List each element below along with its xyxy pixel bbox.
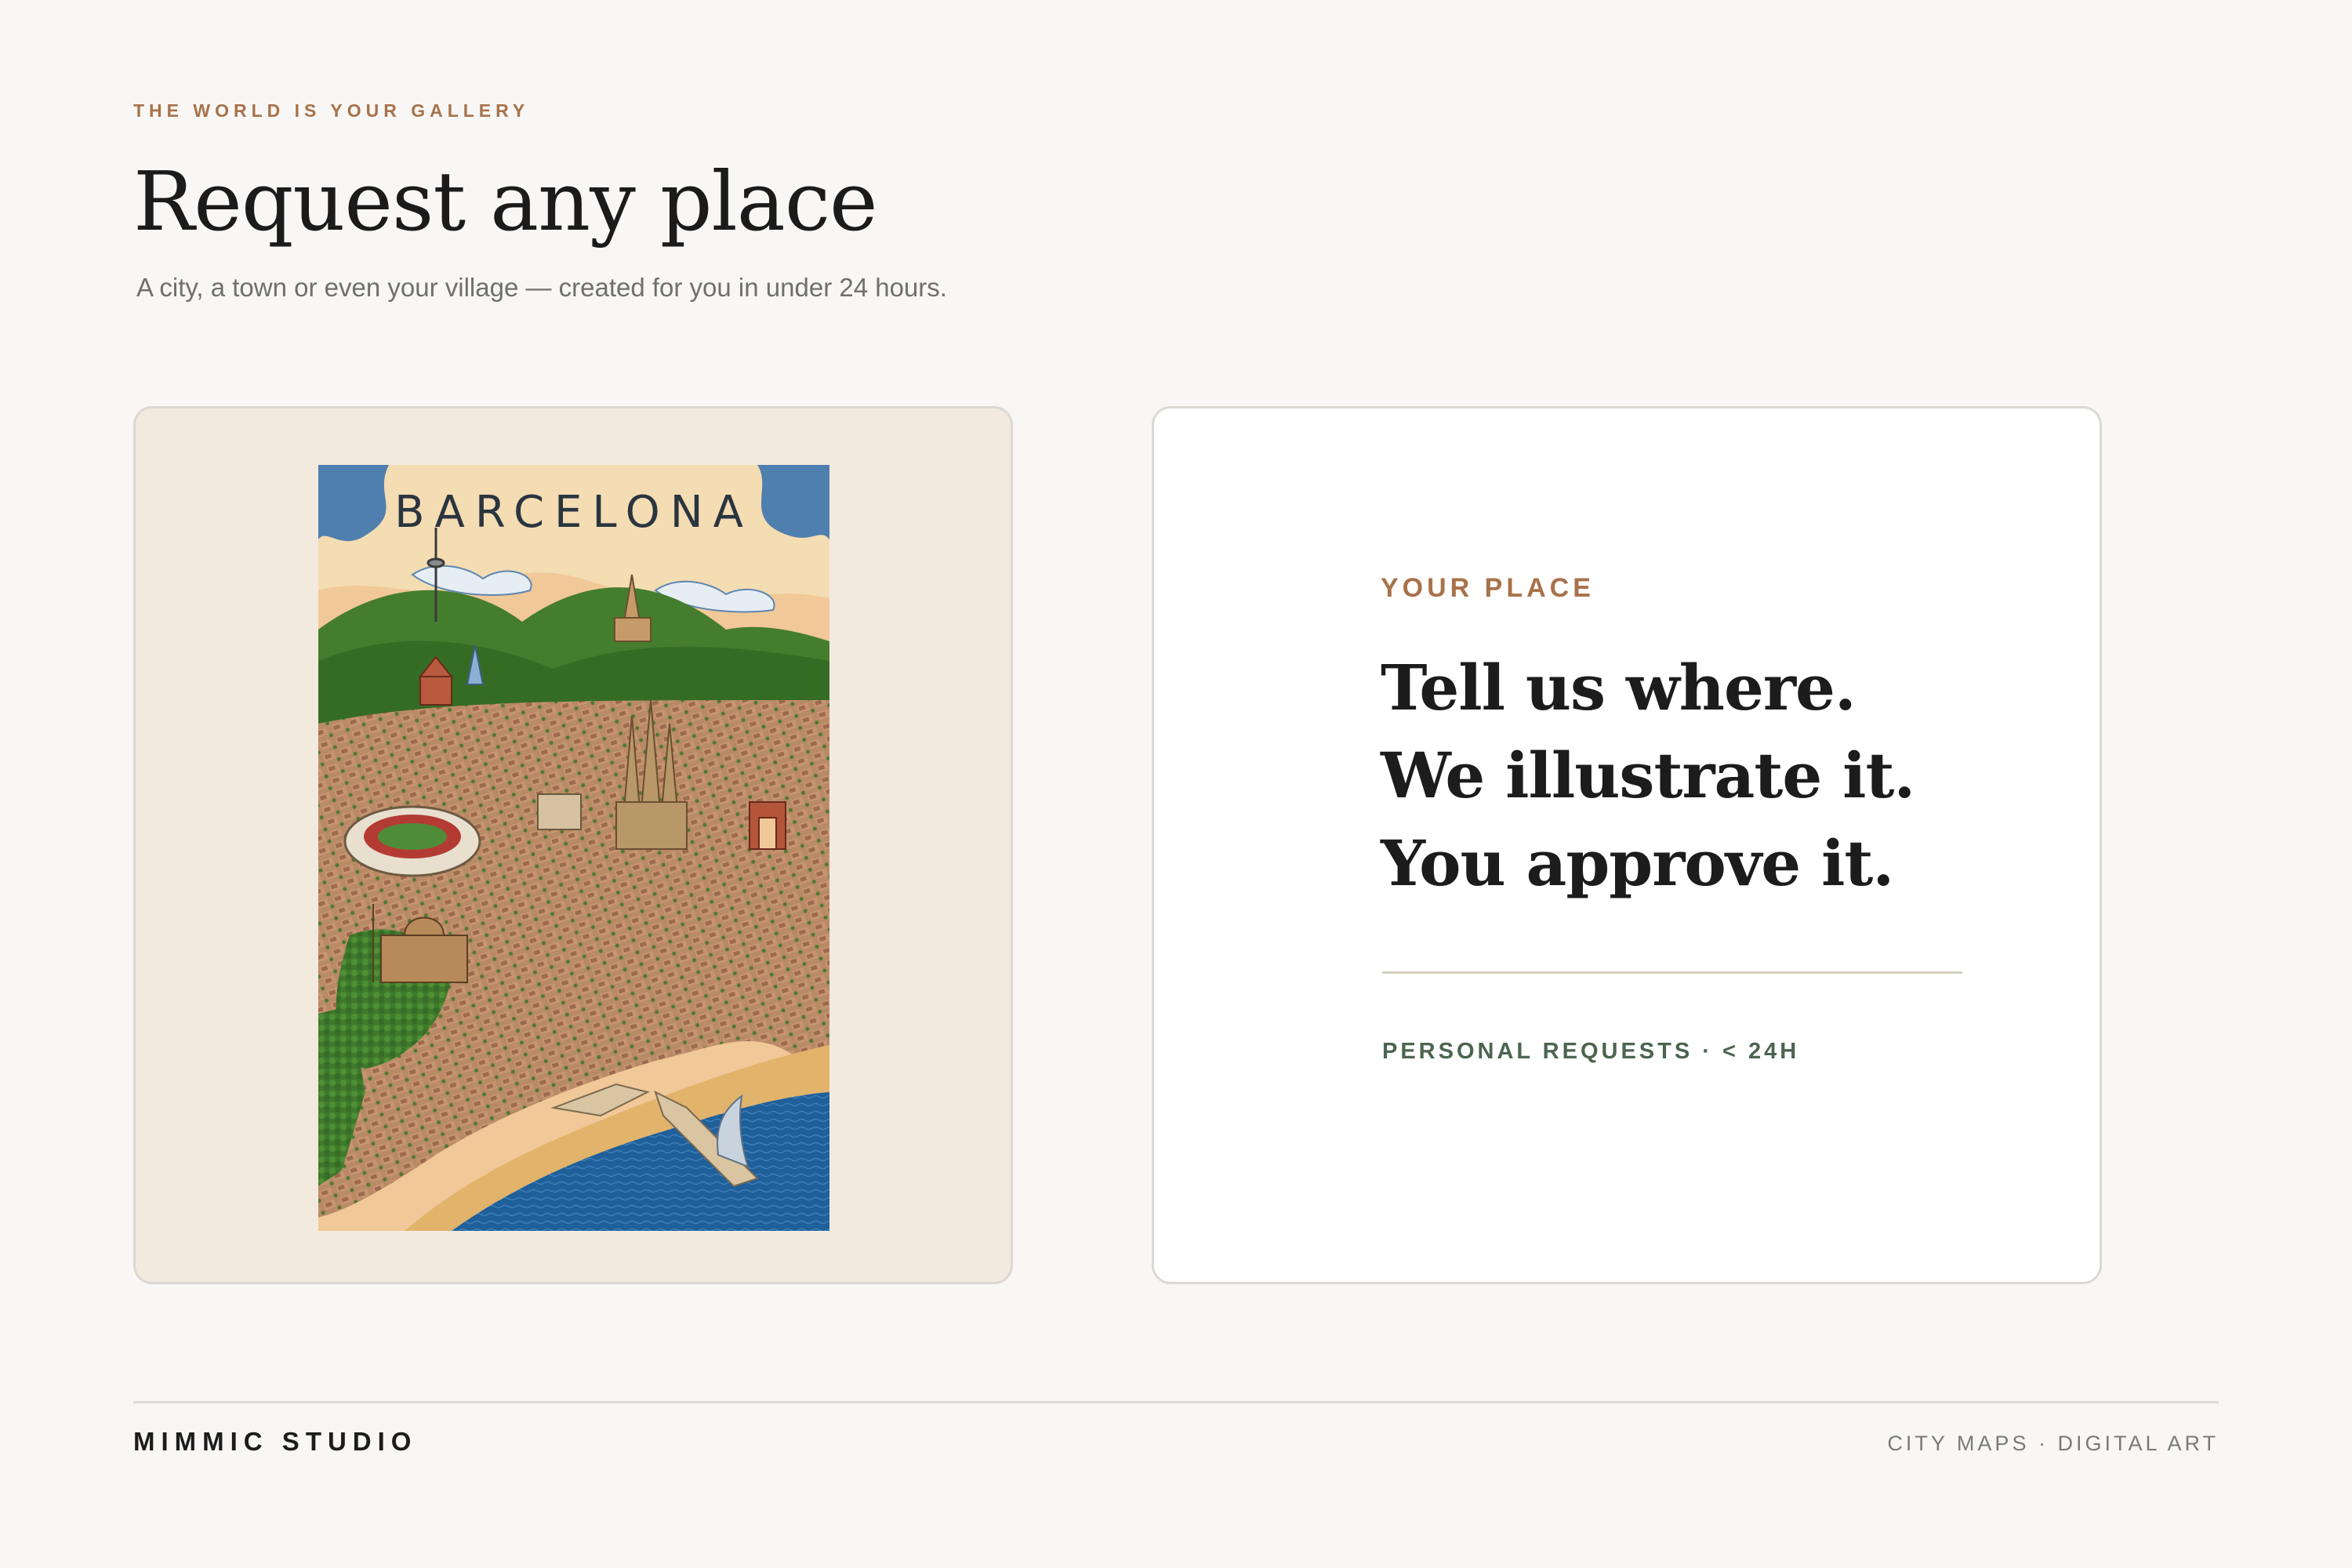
headline-line-1: Tell us where. — [1381, 651, 1857, 724]
footer-tagline: CITY MAPS · DIGITAL ART — [1887, 1432, 2219, 1455]
page-subtitle: A city, a town or even your village — cr… — [136, 273, 947, 302]
brand-name[interactable]: MIMMIC STUDIO — [133, 1427, 417, 1457]
card-headline: Tell us where. We illustrate it. You app… — [1381, 644, 1915, 907]
poster-title: BARCELONA — [394, 487, 753, 538]
barcelona-poster-image: BARCELONA — [318, 465, 829, 1231]
headline-line-2: We illustrate it. — [1381, 739, 1915, 812]
page-title: Request any place — [133, 154, 878, 249]
poster-card[interactable]: BARCELONA — [133, 406, 1013, 1284]
headline-line-3: You approve it. — [1381, 826, 1894, 900]
card-eyebrow: YOUR PLACE — [1381, 573, 1595, 603]
card-divider — [1382, 971, 1962, 974]
eyebrow: THE WORLD IS YOUR GALLERY — [133, 100, 530, 121]
card-footnote: PERSONAL REQUESTS · < 24H — [1382, 1039, 1800, 1064]
info-card: YOUR PLACE Tell us where. We illustrate … — [1152, 406, 2102, 1284]
footer-divider — [133, 1401, 2219, 1403]
